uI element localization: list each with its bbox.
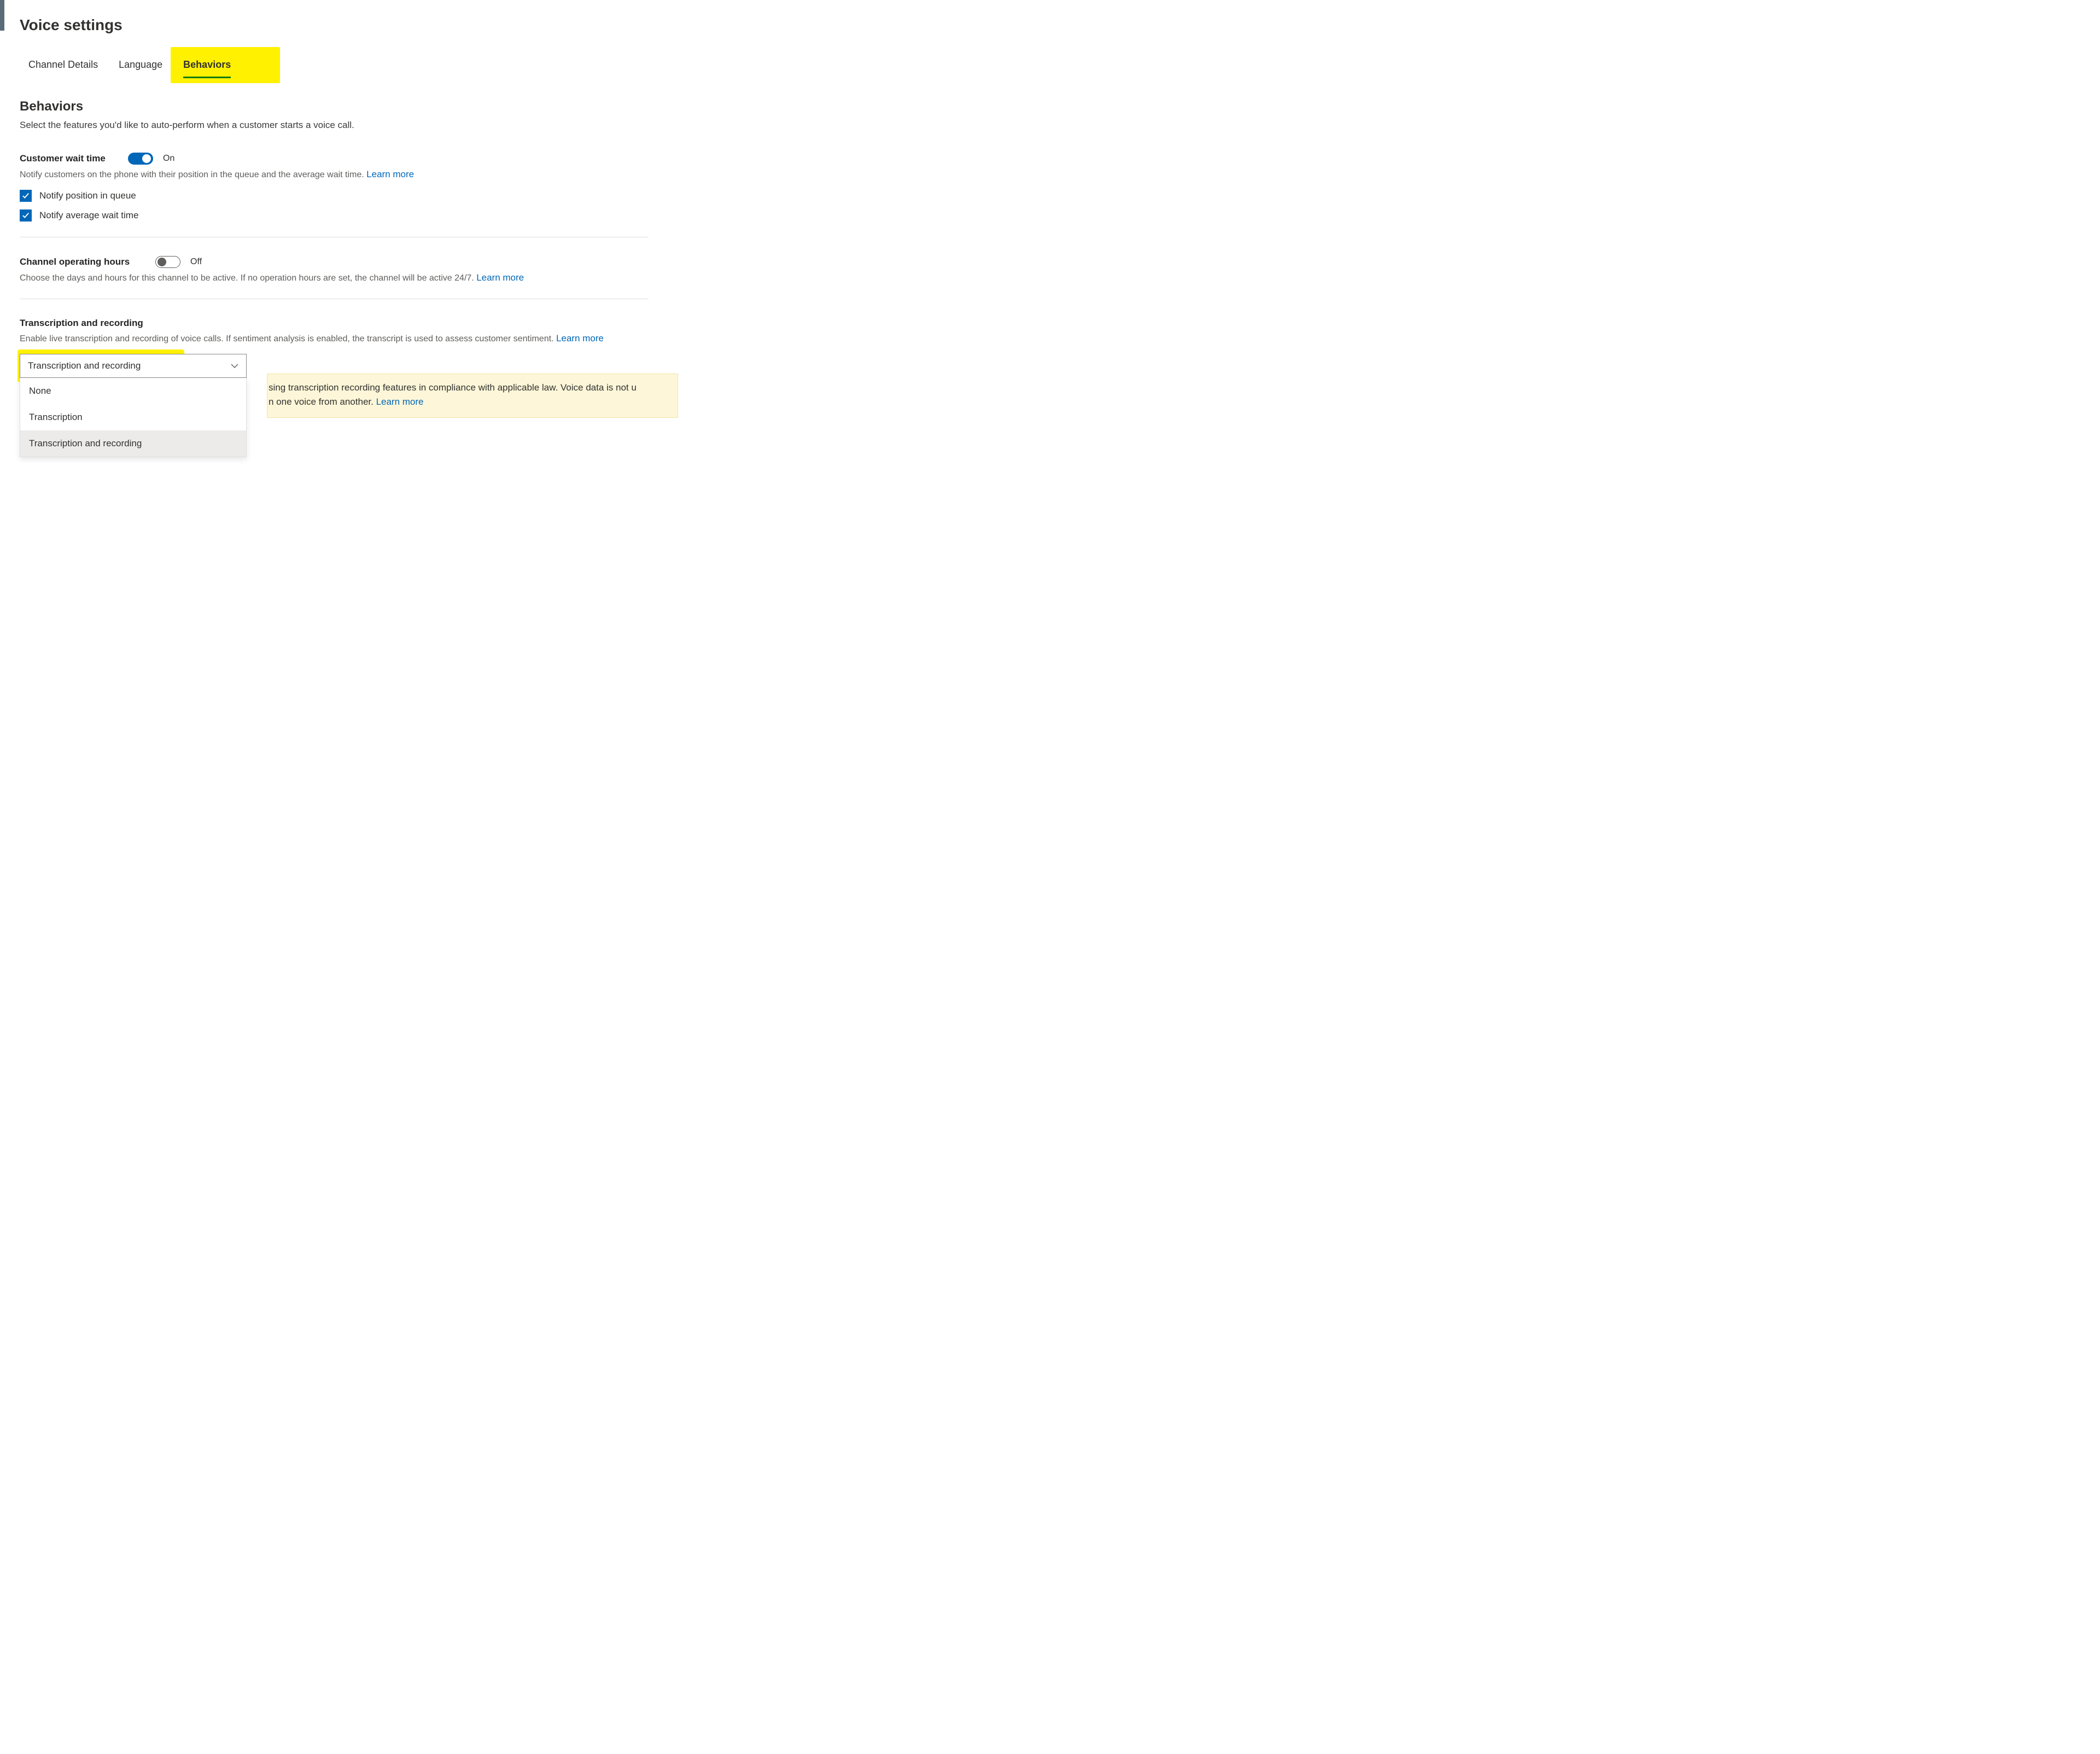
operating-hours-learn-more-link[interactable]: Learn more	[476, 272, 524, 283]
chevron-down-icon	[231, 364, 238, 368]
transcription-learn-more-link[interactable]: Learn more	[556, 333, 604, 343]
banner-text-line2: n one voice from another.	[269, 397, 376, 407]
dropdown-option-both[interactable]: Transcription and recording	[20, 430, 246, 457]
page-title: Voice settings	[20, 16, 656, 34]
operating-hours-label: Channel operating hours	[20, 257, 145, 267]
wait-time-help: Notify customers on the phone with their…	[20, 170, 364, 179]
tab-behaviors-label: Behaviors	[183, 59, 231, 70]
section-description: Select the features you'd like to auto-p…	[20, 120, 656, 131]
tab-channel-details[interactable]: Channel Details	[28, 55, 98, 75]
checkbox-notify-avg-wait[interactable]	[20, 209, 32, 222]
banner-learn-more-link[interactable]: Learn more	[376, 397, 424, 407]
tab-active-indicator	[183, 77, 231, 78]
transcription-help: Enable live transcription and recording …	[20, 334, 553, 343]
wait-time-toggle[interactable]	[128, 153, 153, 165]
transcription-label: Transcription and recording	[20, 318, 656, 329]
dropdown-selected-value: Transcription and recording	[28, 360, 141, 371]
check-icon	[22, 192, 30, 200]
checkbox-notify-position[interactable]	[20, 190, 32, 202]
section-heading: Behaviors	[20, 99, 656, 114]
operating-hours-toggle[interactable]	[155, 256, 180, 268]
wait-time-learn-more-link[interactable]: Learn more	[366, 169, 414, 179]
wait-time-toggle-state: On	[163, 154, 174, 164]
checkbox-notify-position-label: Notify position in queue	[39, 190, 136, 201]
operating-hours-toggle-state: Off	[190, 257, 202, 267]
operating-hours-help: Choose the days and hours for this chann…	[20, 273, 474, 283]
setting-customer-wait-time: Customer wait time On Notify customers o…	[20, 153, 656, 222]
checkbox-notify-avg-wait-label: Notify average wait time	[39, 210, 138, 221]
setting-transcription: Transcription and recording Enable live …	[20, 318, 656, 418]
check-icon	[22, 212, 30, 219]
compliance-banner: sing transcription recording features in…	[267, 374, 678, 418]
tab-behaviors[interactable]: Behaviors	[183, 55, 231, 75]
banner-text-line1: sing transcription recording features in…	[269, 382, 637, 393]
wait-time-label: Customer wait time	[20, 153, 118, 164]
setting-operating-hours: Channel operating hours Off Choose the d…	[20, 256, 656, 283]
tab-language[interactable]: Language	[119, 55, 162, 75]
tabs: Channel Details Language Behaviors	[28, 55, 656, 75]
